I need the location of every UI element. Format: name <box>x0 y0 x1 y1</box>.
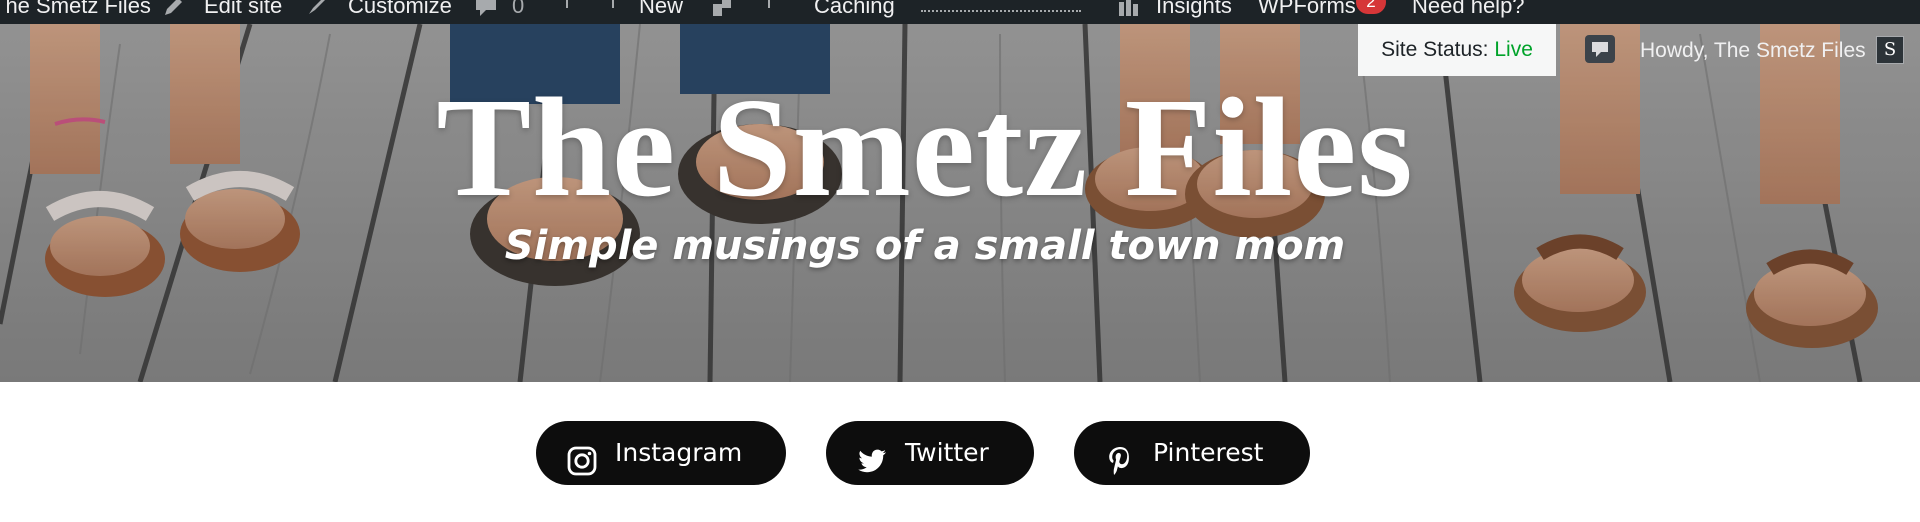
insights-icon <box>1116 0 1140 18</box>
admin-new[interactable]: New <box>639 0 683 23</box>
admin-dotted-item[interactable] <box>921 10 1081 12</box>
instagram-icon <box>566 437 598 476</box>
admin-edit-site[interactable]: Edit site <box>204 0 282 23</box>
twitter-icon <box>856 437 888 473</box>
pinterest-icon <box>1104 437 1136 475</box>
admin-caching[interactable]: Caching <box>814 0 895 23</box>
admin-bar: The Smetz Files Edit site Customize 0 Ne… <box>0 0 1920 24</box>
site-status-badge[interactable]: Site Status: Live <box>1358 24 1556 76</box>
twitter-button[interactable]: Twitter <box>826 421 1034 485</box>
pencil-icon <box>162 0 186 18</box>
site-tagline: Simple musings of a small town mom <box>504 223 1346 269</box>
pinterest-label: Pinterest <box>1153 438 1264 467</box>
admin-wpforms[interactable]: WPForms <box>1258 0 1356 23</box>
plus-icon-vertical <box>612 0 614 8</box>
admin-customize[interactable]: Customize <box>348 0 452 23</box>
instagram-button[interactable]: Instagram <box>536 421 786 485</box>
site-status-value: Live <box>1494 38 1533 61</box>
admin-insights[interactable]: Insights <box>1156 0 1232 23</box>
instagram-label: Instagram <box>615 438 743 467</box>
avatar[interactable]: S <box>1876 36 1904 64</box>
admin-site-name[interactable]: The Smetz Files <box>0 0 151 23</box>
howdy-user[interactable]: Howdy, The Smetz Files <box>1640 34 1866 68</box>
notification-icon[interactable] <box>1584 34 1616 64</box>
pinterest-button[interactable]: Pinterest <box>1074 421 1310 485</box>
plus-icon <box>566 0 568 8</box>
admin-separator <box>768 0 770 8</box>
header-hero: The Smetz Files Simple musings of a smal… <box>0 24 1920 382</box>
wpforms-badge: 2 <box>1356 0 1386 14</box>
comment-icon <box>474 0 498 18</box>
site-title[interactable]: The Smetz Files <box>0 72 1850 222</box>
admin-comments-count[interactable]: 0 <box>512 0 524 23</box>
performance-icon <box>710 0 734 18</box>
brush-icon <box>305 0 329 18</box>
site-status-label: Site Status: <box>1381 38 1489 61</box>
admin-help[interactable]: Need help? <box>1412 0 1525 23</box>
twitter-label: Twitter <box>905 438 989 467</box>
social-links: Instagram Twitter Pinterest <box>0 421 1920 485</box>
